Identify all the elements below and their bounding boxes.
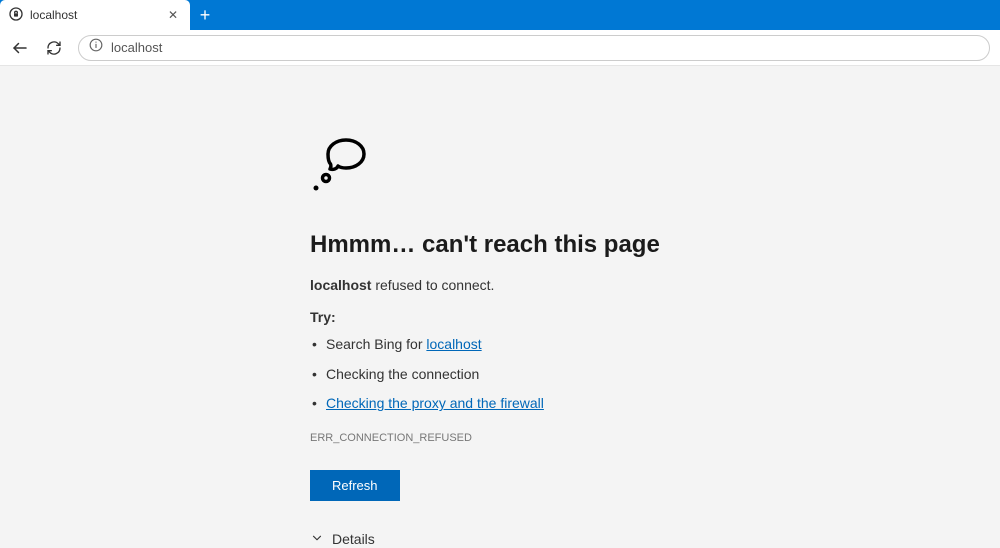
- error-subline: localhost refused to connect.: [310, 277, 690, 293]
- suggestion-item: Checking the proxy and the firewall: [310, 394, 690, 414]
- search-bing-link[interactable]: localhost: [426, 336, 481, 352]
- site-info-icon[interactable]: [89, 38, 103, 57]
- error-refused-suffix: refused to connect.: [371, 277, 494, 293]
- error-page: Hmmm… can't reach this page localhost re…: [0, 66, 1000, 548]
- try-label: Try:: [310, 309, 690, 325]
- details-toggle[interactable]: Details: [310, 531, 690, 548]
- toolbar: [0, 30, 1000, 66]
- browser-tab[interactable]: localhost ✕: [0, 0, 190, 30]
- suggestion-list: Search Bing for localhost Checking the c…: [310, 335, 690, 414]
- suggestion-item: Checking the connection: [310, 365, 690, 385]
- error-code: ERR_CONNECTION_REFUSED: [310, 432, 690, 444]
- site-lock-icon: [8, 6, 24, 25]
- chevron-down-icon: [310, 531, 324, 548]
- suggestion-item: Search Bing for localhost: [310, 335, 690, 355]
- address-bar[interactable]: [78, 35, 990, 61]
- title-bar: localhost ✕ +: [0, 0, 1000, 30]
- refresh-button[interactable]: [44, 38, 64, 58]
- suggestion-text: Checking the connection: [326, 366, 479, 382]
- error-host: localhost: [310, 277, 371, 293]
- back-button[interactable]: [10, 38, 30, 58]
- error-headline: Hmmm… can't reach this page: [310, 231, 690, 259]
- thought-bubble-icon: [310, 136, 690, 201]
- new-tab-button[interactable]: +: [190, 0, 220, 30]
- error-content: Hmmm… can't reach this page localhost re…: [310, 136, 690, 548]
- url-input[interactable]: [111, 40, 979, 55]
- close-tab-button[interactable]: ✕: [164, 6, 182, 24]
- refresh-page-button[interactable]: Refresh: [310, 470, 400, 501]
- proxy-firewall-link[interactable]: Checking the proxy and the firewall: [326, 395, 544, 411]
- suggestion-text: Search Bing for: [326, 336, 426, 352]
- tab-title: localhost: [30, 8, 77, 22]
- details-label: Details: [332, 531, 375, 547]
